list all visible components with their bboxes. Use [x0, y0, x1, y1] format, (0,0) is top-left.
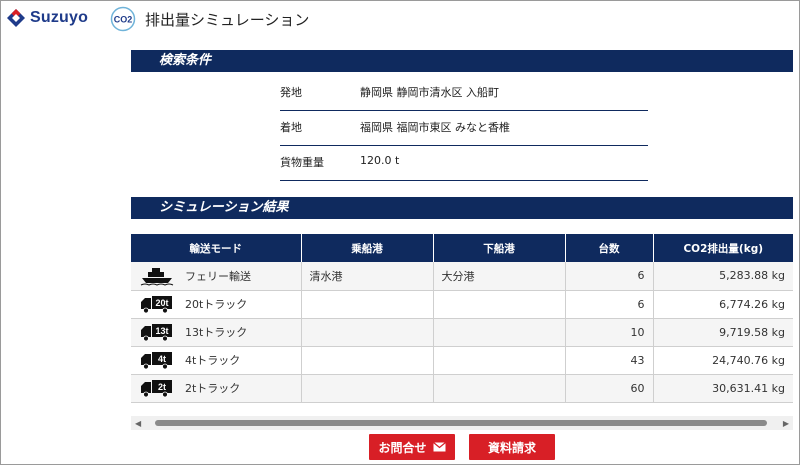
- mode-cell: 4t 4tトラック: [131, 346, 302, 375]
- column-header-alight-port: 下船港: [433, 234, 566, 262]
- count-cell: 43: [565, 346, 654, 375]
- column-header-co2: CO2排出量(kg): [653, 234, 793, 262]
- table-row: 2t 2tトラック 60 30,631.41 kg: [131, 374, 793, 403]
- co2-cell: 24,740.76 kg: [653, 346, 793, 375]
- mode-label: 2tトラック: [185, 382, 241, 395]
- co2-cell: 6,774.26 kg: [653, 290, 793, 319]
- svg-text:20t: 20t: [155, 298, 168, 308]
- suzuyo-logo[interactable]: Suzuyo: [6, 8, 88, 28]
- results-table-container[interactable]: 輸送モード 乗船港 下船港 台数 CO2排出量(kg) フェリー輸送 清水港 大…: [131, 234, 793, 430]
- board-port-cell: [301, 318, 434, 347]
- board-port-cell: [301, 346, 434, 375]
- alight-port-cell: [433, 290, 566, 319]
- table-row: 20t 20tトラック 6 6,774.26 kg: [131, 290, 793, 319]
- count-cell: 60: [565, 374, 654, 403]
- mode-label: 13tトラック: [185, 326, 248, 339]
- alight-port-cell: [433, 346, 566, 375]
- alight-port-cell: [433, 318, 566, 347]
- contact-button-label: お問合せ: [378, 440, 427, 455]
- envelope-icon: [432, 442, 446, 452]
- mode-cell: 2t 2tトラック: [131, 374, 302, 403]
- svg-text:2t: 2t: [158, 382, 166, 392]
- condition-row-destination: 着地 福岡県 福岡市東区 みなと香椎: [280, 110, 648, 146]
- table-row: 4t 4tトラック 43 24,740.76 kg: [131, 346, 793, 375]
- condition-value: 静岡県 静岡市清水区 入船町: [360, 86, 499, 99]
- contact-button[interactable]: お問合せ: [369, 434, 455, 460]
- mode-label: フェリー輸送: [185, 269, 251, 283]
- condition-label: 発地: [280, 86, 302, 99]
- mode-cell: 20t 20tトラック: [131, 290, 302, 319]
- board-port-cell: 清水港: [301, 262, 434, 291]
- truck-icon: 2t: [141, 380, 172, 398]
- co2-badge-icon: CO2: [110, 6, 136, 32]
- alight-port-cell: 大分港: [433, 262, 566, 291]
- board-port-cell: [301, 374, 434, 403]
- scroll-left-arrow-icon[interactable]: ◀: [135, 419, 141, 428]
- mode-cell: 13t 13tトラック: [131, 318, 302, 347]
- mode-label: 4tトラック: [185, 354, 241, 367]
- column-header-mode: 輸送モード: [131, 234, 302, 262]
- ferry-icon: [140, 267, 174, 286]
- table-row: 13t 13tトラック 10 9,719.58 kg: [131, 318, 793, 347]
- count-cell: 6: [565, 262, 654, 291]
- truck-icon: 13t: [141, 324, 172, 342]
- count-cell: 6: [565, 290, 654, 319]
- truck-icon: 20t: [141, 296, 172, 314]
- co2-badge-text: CO2: [114, 15, 133, 25]
- suzuyo-logo-mark-icon: [6, 8, 26, 28]
- simulation-results-header: シミュレーション結果: [131, 197, 793, 219]
- condition-value: 120.0 t: [360, 154, 400, 167]
- co2-cell: 9,719.58 kg: [653, 318, 793, 347]
- column-header-count: 台数: [565, 234, 654, 262]
- table-row: フェリー輸送 清水港 大分港 6 5,283.88 kg: [131, 262, 793, 291]
- scroll-right-arrow-icon[interactable]: ▶: [783, 419, 789, 428]
- svg-text:4t: 4t: [158, 354, 166, 364]
- mode-cell: フェリー輸送: [131, 262, 302, 291]
- column-header-board-port: 乗船港: [301, 234, 434, 262]
- truck-icon: 4t: [141, 352, 172, 370]
- results-table: 輸送モード 乗船港 下船港 台数 CO2排出量(kg) フェリー輸送 清水港 大…: [131, 234, 793, 403]
- board-port-cell: [301, 290, 434, 319]
- condition-row-origin: 発地 静岡県 静岡市清水区 入船町: [280, 75, 648, 111]
- scrollbar-thumb[interactable]: [155, 420, 767, 426]
- co2-cell: 5,283.88 kg: [653, 262, 793, 291]
- svg-text:13t: 13t: [155, 326, 168, 336]
- request-documents-button[interactable]: 資料請求: [469, 434, 555, 460]
- search-conditions-header: 検索条件: [131, 50, 793, 72]
- mode-label: 20tトラック: [185, 298, 248, 311]
- alight-port-cell: [433, 374, 566, 403]
- app-title: 排出量シミュレーション: [145, 11, 310, 29]
- suzuyo-logo-text: Suzuyo: [30, 9, 89, 26]
- table-header-row: 輸送モード 乗船港 下船港 台数 CO2排出量(kg): [131, 234, 793, 262]
- request-documents-label: 資料請求: [487, 440, 536, 455]
- condition-value: 福岡県 福岡市東区 みなと香椎: [360, 121, 510, 134]
- condition-label: 貨物重量: [280, 156, 324, 169]
- condition-row-weight: 貨物重量 120.0 t: [280, 145, 648, 181]
- co2-cell: 30,631.41 kg: [653, 374, 793, 403]
- count-cell: 10: [565, 318, 654, 347]
- condition-label: 着地: [280, 121, 302, 134]
- horizontal-scrollbar[interactable]: ◀ ▶: [131, 416, 793, 430]
